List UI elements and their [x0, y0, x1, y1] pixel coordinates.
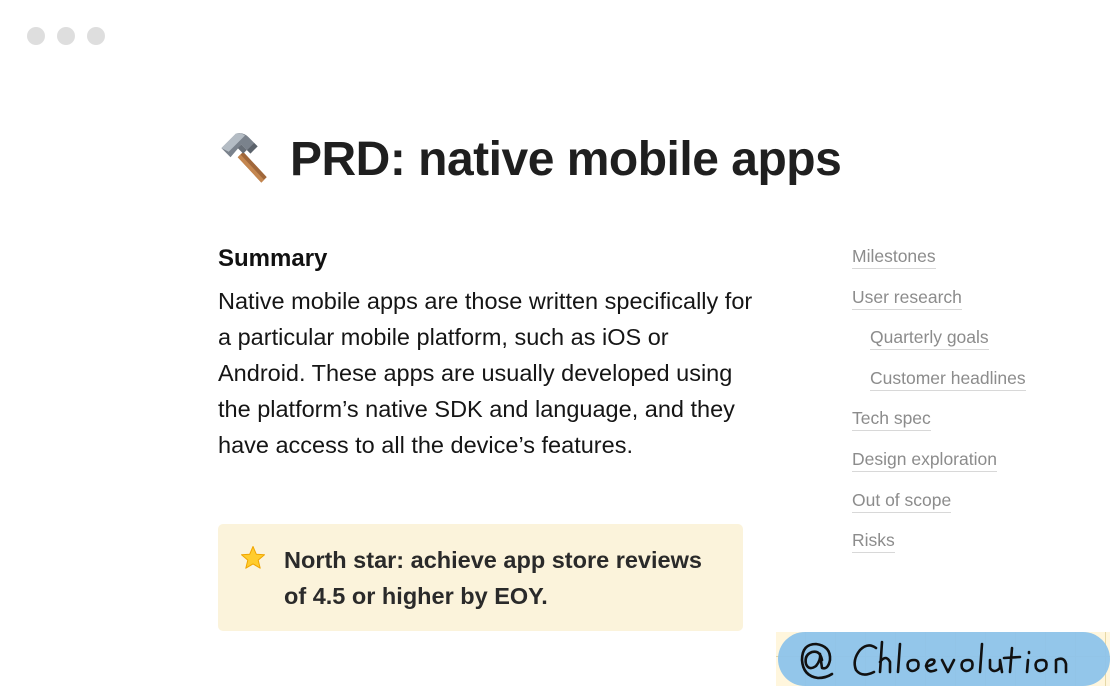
toc-item-quarterly-goals[interactable]: Quarterly goals	[852, 327, 1082, 368]
close-window-button[interactable]	[27, 27, 45, 45]
handwritten-signature-watermark	[800, 640, 1068, 680]
toc-item-user-research[interactable]: User research	[852, 286, 1082, 328]
callout-text: North star: achieve app store reviews of…	[284, 547, 702, 609]
summary-heading: Summary	[218, 245, 328, 272]
maximize-window-button[interactable]	[87, 27, 105, 45]
toc-item-customer-headlines[interactable]: Customer headlines	[852, 367, 1082, 409]
star-icon	[241, 546, 265, 569]
toc-item-design-exploration[interactable]: Design exploration	[852, 448, 1082, 490]
toc-item-milestones[interactable]: Milestones	[852, 246, 1082, 287]
toc-item-risks[interactable]: Risks	[852, 530, 1082, 571]
north-star-callout[interactable]: North star: achieve app store reviews of…	[218, 524, 743, 631]
page-title: PRD: native mobile apps	[216, 130, 842, 188]
notion-page: PRD: native mobile apps Summary Native m…	[0, 0, 1110, 686]
toc-item-tech-spec[interactable]: Tech spec	[852, 408, 1082, 449]
watermark	[776, 632, 1110, 686]
window-controls	[27, 27, 105, 45]
summary-paragraph[interactable]: Native mobile apps are those written spe…	[218, 283, 758, 463]
minimize-window-button[interactable]	[57, 27, 75, 45]
table-of-contents: Milestones User research Quarterly goals…	[852, 246, 1082, 571]
toc-item-out-of-scope[interactable]: Out of scope	[852, 489, 1082, 531]
page-title-text: PRD: native mobile apps	[290, 132, 842, 186]
hammer-icon[interactable]	[216, 130, 274, 188]
